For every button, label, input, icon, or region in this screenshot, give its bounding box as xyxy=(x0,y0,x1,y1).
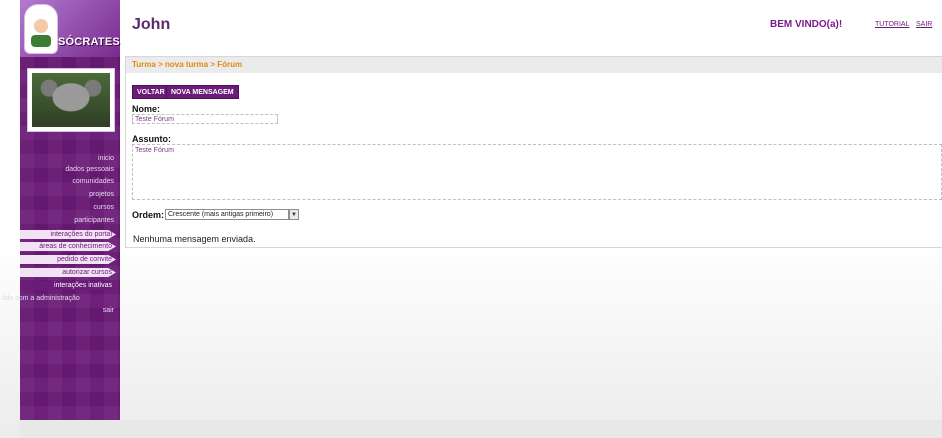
page-title-user-name: John xyxy=(132,16,171,33)
ordem-select[interactable]: Crescente (mais antigas primeiro) xyxy=(165,209,289,220)
welcome-text: BEM VINDO(a)! xyxy=(770,19,843,30)
sidebar-item-comunidades[interactable]: comunidades xyxy=(72,178,114,185)
sidebar: SÓCRATES inicio dados pessoais comunidad… xyxy=(2,0,120,420)
chevron-down-icon[interactable]: ▼ xyxy=(289,209,299,220)
brand-name: SÓCRATES xyxy=(58,36,120,48)
sidebar-item-dados-pessoais[interactable]: dados pessoais xyxy=(65,166,114,173)
nome-label: Nome: xyxy=(132,104,161,114)
ordem-label: Ordem: xyxy=(132,210,165,220)
assunto-label: Assunto: xyxy=(132,134,171,144)
forum-panel: Turma > nova turma > Fórum VOLTAR NOVA M… xyxy=(125,56,942,248)
sidebar-tab-interacoes-portal[interactable]: interações do portal xyxy=(20,230,116,239)
new-message-button[interactable]: NOVA MENSAGEM xyxy=(166,85,239,99)
breadcrumb[interactable]: Turma > nova turma > Fórum xyxy=(132,60,242,69)
footer-strip xyxy=(20,420,942,438)
logo[interactable]: SÓCRATES xyxy=(20,0,120,57)
sidebar-tab-areas-conhecimento[interactable]: áreas de conhecimento xyxy=(20,242,116,251)
sidebar-item-projetos[interactable]: projetos xyxy=(89,191,114,198)
sidebar-item-participantes[interactable]: participantes xyxy=(74,217,114,224)
assunto-field[interactable]: Teste Fórum xyxy=(132,144,942,200)
sidebar-tab-interacoes-inativas[interactable]: interações inativas xyxy=(20,281,116,290)
sidebar-item-inicio[interactable]: inicio xyxy=(98,155,114,162)
profile-photo xyxy=(32,73,110,127)
tutorial-link[interactable]: TUTORIAL xyxy=(875,21,910,28)
status-text: Nenhuma mensagem enviada. xyxy=(133,234,256,244)
nome-field[interactable]: Teste Fórum xyxy=(132,114,278,124)
sidebar-tab-pedido-convite[interactable]: pedido de convite xyxy=(20,255,116,264)
breadcrumb-bar: Turma > nova turma > Fórum xyxy=(126,57,942,73)
sidebar-item-cursos[interactable]: cursos xyxy=(93,204,114,211)
logout-link[interactable]: SAIR xyxy=(916,21,932,28)
socrates-mascot-icon xyxy=(24,4,58,54)
sidebar-tab-autorizar-cursos[interactable]: autorizar cursos xyxy=(20,268,116,277)
sidebar-item-fale-administracao[interactable]: fale com a administração xyxy=(2,295,80,302)
sidebar-item-sair[interactable]: sair xyxy=(103,307,114,314)
profile-photo-frame xyxy=(27,68,115,132)
back-button[interactable]: VOLTAR xyxy=(132,85,170,99)
